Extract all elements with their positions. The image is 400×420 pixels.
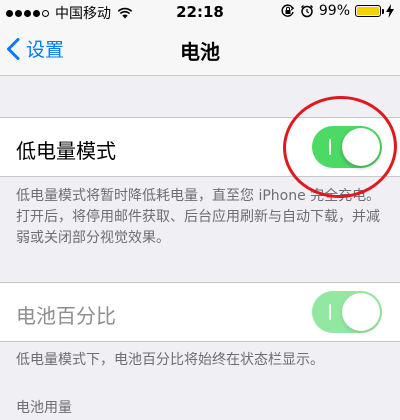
battery-fill — [357, 7, 379, 15]
battery-percentage-switch[interactable] — [312, 291, 382, 333]
orientation-lock-icon — [281, 4, 295, 17]
battery-percentage-text: 99% — [318, 3, 350, 19]
navigation-bar: 设置 电池 — [0, 24, 400, 76]
switch-on-mark — [329, 304, 331, 320]
status-bar: 中国移动 22:18 99% — [0, 0, 400, 24]
battery-percentage-label: 电池百分比 — [16, 304, 116, 328]
battery-usage-header: 电池用量 — [16, 400, 72, 416]
battery-percentage-cell: 电池百分比 — [0, 282, 400, 342]
charging-bolt-icon — [386, 4, 394, 18]
switch-knob — [342, 293, 380, 331]
battery-icon — [355, 5, 384, 17]
alarm-icon — [300, 4, 313, 18]
page-title: 电池 — [180, 40, 220, 64]
battery-percentage-description: 低电量模式下，电池百分比将始终在状态栏显示。 — [16, 352, 324, 368]
low-power-mode-label: 低电量模式 — [16, 139, 116, 163]
status-right: 99% — [281, 3, 394, 19]
